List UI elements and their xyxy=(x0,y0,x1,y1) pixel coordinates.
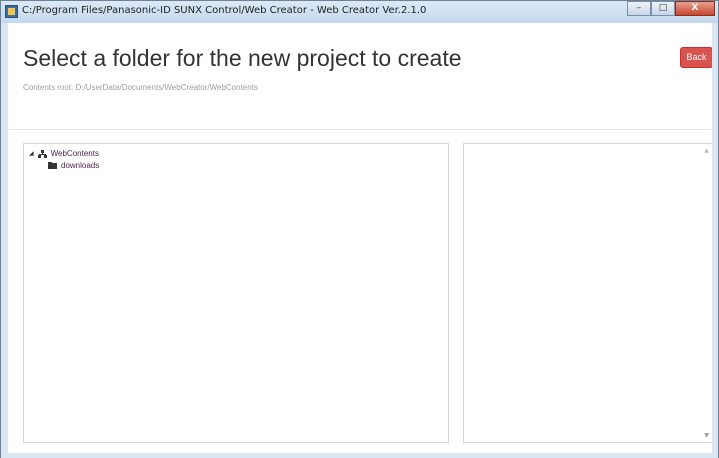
folder-detail-panel: ▲ ▼ xyxy=(463,143,712,443)
app-icon xyxy=(5,5,18,18)
scroll-up-arrow-icon[interactable]: ▲ xyxy=(704,147,709,154)
folder-icon xyxy=(48,162,57,169)
window-bottom-border xyxy=(1,453,718,458)
back-button[interactable]: Back xyxy=(680,47,712,68)
contents-root-path: Contents root: D:/UserData/Documents/Web… xyxy=(23,83,258,92)
header-divider xyxy=(8,129,712,130)
sitemap-icon xyxy=(37,149,47,158)
window-title: C:/Program Files/Panasonic-ID SUNX Contr… xyxy=(22,5,427,16)
main-content: Select a folder for the new project to c… xyxy=(8,23,712,453)
expand-caret-icon[interactable]: ◢ xyxy=(29,150,34,157)
folder-tree-panel: ◢ WebContents downloads xyxy=(23,143,449,443)
maximize-button[interactable]: □ xyxy=(651,1,675,16)
title-bar[interactable]: C:/Program Files/Panasonic-ID SUNX Contr… xyxy=(1,1,718,23)
tree-item-label: WebContents xyxy=(50,149,99,158)
close-button[interactable]: X xyxy=(675,1,715,16)
minimize-button[interactable]: – xyxy=(627,1,651,16)
window-controls: – □ X xyxy=(627,1,715,16)
page-title: Select a folder for the new project to c… xyxy=(23,45,462,71)
tree-item-webcontents[interactable]: ◢ WebContents xyxy=(29,149,99,158)
tree-item-label: downloads xyxy=(61,161,100,170)
scroll-down-arrow-icon[interactable]: ▼ xyxy=(704,432,709,439)
tree-item-downloads[interactable]: downloads xyxy=(48,161,99,170)
app-window: C:/Program Files/Panasonic-ID SUNX Contr… xyxy=(0,0,719,458)
